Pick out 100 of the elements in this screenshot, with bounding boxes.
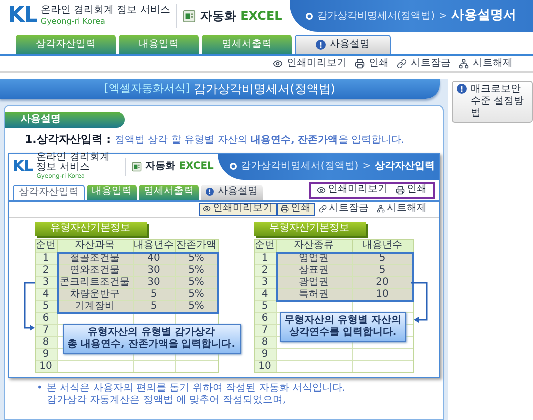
spreadsheet-icon: [132, 162, 142, 172]
row-number: 6: [254, 312, 276, 324]
breadcrumb-separator: >: [439, 10, 448, 24]
ring-icon: [230, 163, 237, 170]
page-title: 사용설명서: [451, 7, 516, 26]
table-cell: 5: [134, 300, 176, 312]
row-number: 4: [36, 288, 58, 300]
breadcrumb: 감가상각비명세서(정액법): [317, 10, 436, 24]
connector-arrow: [410, 282, 428, 322]
service-subtitle: Gyeong-ri Korea: [40, 17, 106, 27]
row-number: 10: [36, 360, 58, 372]
table-title: 무형자산기본정보: [254, 222, 366, 236]
note-text: 본 서식은 사용자의 편의를 돕기 위하여 작성된 자동화 서식입니다.: [47, 382, 346, 394]
callout: 유형자산의 유형별 감가상각 총 내용연수, 잔존가액을 입력합니다.: [62, 324, 241, 354]
row-number: 3: [36, 276, 58, 288]
row-number: 10: [254, 360, 276, 372]
info-icon: [206, 188, 214, 196]
row-number: 1: [254, 252, 276, 264]
note-text: 감가상각 자동계산은 정액법 에 맞추어 작성되었으며,: [47, 394, 286, 406]
link-icon: [319, 205, 327, 213]
toolbar-button[interactable]: 시트잠금: [315, 202, 373, 216]
section-title: 사용설명: [5, 112, 125, 128]
toolbar-button[interactable]: 인쇄: [277, 202, 315, 216]
page-title: 상각자산입력: [375, 160, 436, 174]
table-cell: 상표권: [276, 264, 352, 276]
column-header: 자산과목: [75, 240, 115, 252]
row-number: 4: [254, 288, 276, 300]
tab[interactable]: 사용설명: [201, 184, 263, 200]
column-header: 자산종류: [294, 240, 334, 252]
eye-icon: [203, 205, 211, 213]
toolbar-button[interactable]: 인쇄: [394, 185, 429, 195]
bullet: •: [37, 382, 43, 394]
table-cell: 30: [134, 276, 176, 288]
product-name: 자동화 EXCEL: [200, 8, 282, 25]
table-cell: 5: [352, 264, 412, 276]
column-header: 순번: [255, 240, 275, 252]
row-number: 1: [36, 252, 58, 264]
logo: KL: [8, 5, 37, 27]
table-title: 유형자산기본정보: [34, 222, 146, 236]
toolbar-button[interactable]: 인쇄미리보기: [199, 202, 277, 216]
printer-icon: [281, 205, 289, 213]
breadcrumb: 감가상각비명세서(정액법): [240, 160, 359, 174]
network-icon: [377, 205, 385, 213]
table-cell: 30: [134, 264, 176, 276]
table-cell: 특허권: [276, 288, 352, 300]
table-cell: 5%: [176, 300, 218, 312]
macro-security-button[interactable]: 매크로보안수준 설정방법: [452, 81, 533, 123]
service-name: 온라인 경리회계 정보 서비스: [40, 5, 170, 17]
column-header: 내용년수: [134, 240, 174, 252]
breadcrumb-separator: >: [362, 160, 372, 174]
column-header: 내용년수: [362, 240, 402, 252]
table-cell: 기계장비: [58, 300, 134, 312]
table-cell: 콘크리트조건물: [58, 276, 134, 288]
table-cell: 10: [352, 288, 412, 300]
tab[interactable]: 상각자산입력: [13, 184, 85, 200]
row-number: 8: [254, 336, 276, 348]
table-cell: 5: [134, 288, 176, 300]
step-title: 1.상각자산입력 :: [25, 132, 112, 148]
toolbar-button[interactable]: 시트해제: [373, 202, 431, 216]
table-cell: 5%: [176, 288, 218, 300]
tab[interactable]: 사용설명: [295, 35, 391, 54]
printer-icon: [355, 58, 365, 68]
connector-arrow: [22, 280, 34, 332]
table-cell: 광업권: [276, 276, 352, 288]
info-icon: [457, 84, 467, 94]
network-icon: [459, 58, 469, 68]
row-number: 5: [254, 300, 276, 312]
ring-icon: [306, 12, 314, 20]
column-header: 잔존가액: [176, 240, 216, 252]
table-cell: 5%: [176, 276, 218, 288]
row-number: 5: [36, 300, 58, 312]
table-cell: 20: [352, 276, 412, 288]
row-number: 2: [36, 264, 58, 276]
link-icon: [397, 58, 407, 68]
row-number: 3: [254, 276, 276, 288]
toolbar-button[interactable]: 인쇄미리보기: [315, 185, 390, 195]
eye-icon: [317, 186, 326, 194]
callout: 무형자산의 유형별 자산의 상각연수를 입력합니다.: [280, 312, 406, 342]
column-header: 순번: [36, 240, 56, 252]
toolbar-button[interactable]: 시트잠금: [397, 58, 451, 68]
toolbar-button[interactable]: 인쇄: [355, 58, 389, 68]
row-number: 7: [254, 324, 276, 336]
row-number: 9: [36, 348, 58, 360]
toolbar-button[interactable]: 인쇄미리보기: [273, 58, 347, 68]
eye-icon: [273, 58, 283, 68]
banner-title: 감가상각비명세서(정액법): [194, 81, 336, 98]
info-icon: [316, 40, 326, 50]
row-number: 9: [254, 348, 276, 360]
row-number: 2: [254, 264, 276, 276]
service-name: 온라인 경리회계 정보 서비스: [36, 153, 111, 173]
spreadsheet-icon: [183, 10, 196, 22]
row-number: 8: [36, 336, 58, 348]
step-description: 정액법 상각 할 유형별 자산의 내용연수, 잔존가액을 입력합니다.: [115, 134, 405, 148]
row-number: 7: [36, 324, 58, 336]
printer-icon: [396, 186, 405, 194]
row-number: 6: [36, 312, 58, 324]
table-cell: 5%: [176, 264, 218, 276]
product-name: 자동화 EXCEL: [146, 160, 214, 174]
toolbar-button[interactable]: 시트해제: [459, 58, 513, 68]
banner-prefix: [엑셀자동화서식]: [104, 80, 190, 97]
